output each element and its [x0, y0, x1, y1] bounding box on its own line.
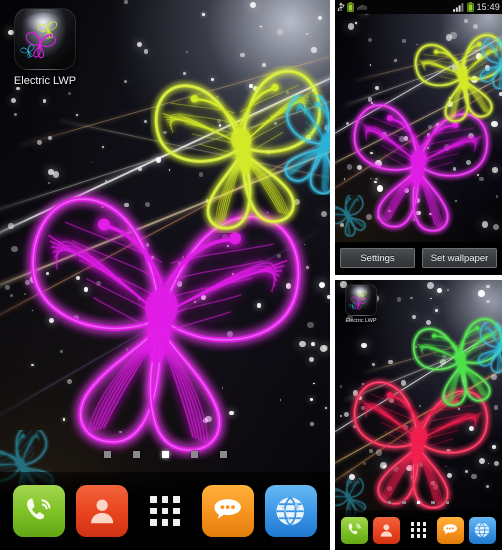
status-bar[interactable]: 15:49 — [335, 0, 502, 14]
page-dot-4[interactable] — [190, 451, 198, 458]
wallpaper-background — [335, 0, 502, 275]
settings-button[interactable]: Settings — [340, 248, 415, 268]
dock-item-apps[interactable] — [139, 485, 191, 537]
wallpaper-preview-actions[interactable]: Settings Set wallpaper — [335, 242, 502, 275]
app-shortcut-electric-lwp[interactable]: Electric LWP — [6, 8, 84, 87]
dock-item-contacts[interactable] — [76, 485, 129, 537]
messages-icon — [214, 499, 242, 520]
wallpaper-preview-panel[interactable]: 15:49 Settings Set wallpaper — [335, 0, 502, 275]
status-bar-right-icons: 15:49 — [453, 2, 500, 12]
page-dot-1[interactable] — [387, 500, 392, 504]
dock-item-messages[interactable] — [201, 485, 254, 537]
dock-item-messages[interactable] — [436, 516, 464, 544]
dock-item-browser[interactable] — [264, 485, 317, 537]
phone-icon — [27, 498, 51, 520]
app-grid-icon — [150, 496, 180, 526]
app-shortcut-label: Electric LWP — [345, 318, 377, 324]
contacts-icon — [380, 523, 393, 537]
status-bar-clock: 15:49 — [476, 2, 500, 12]
page-dot-2[interactable] — [402, 500, 406, 504]
battery-charging-icon — [347, 2, 354, 12]
usb-icon — [337, 2, 345, 12]
app-shortcut-label: Electric LWP — [13, 75, 77, 87]
live-wallpaper-preview — [335, 0, 502, 275]
set-wallpaper-button[interactable]: Set wallpaper — [422, 248, 497, 268]
phone-icon — [348, 523, 361, 535]
dock-item-phone[interactable] — [341, 516, 369, 544]
page-indicator[interactable] — [335, 500, 502, 504]
dock[interactable] — [0, 472, 330, 550]
page-dot-1[interactable] — [103, 451, 111, 458]
contacts-icon — [91, 499, 114, 524]
browser-icon — [276, 496, 305, 526]
battery-icon — [467, 2, 475, 12]
page-dot-4[interactable] — [431, 500, 435, 504]
dock-item-browser[interactable] — [468, 516, 496, 544]
dock[interactable] — [335, 510, 502, 550]
electric-lwp-app-icon[interactable] — [14, 8, 76, 70]
dock-item-contacts[interactable] — [373, 516, 401, 544]
signal-icon — [453, 3, 464, 12]
dock-item-phone[interactable] — [13, 485, 66, 537]
home-screen-panel-red[interactable]: Electric LWP — [335, 280, 502, 550]
app-grid-icon — [410, 522, 427, 538]
page-indicator[interactable] — [0, 451, 330, 458]
status-bar-left-icons — [337, 2, 368, 12]
page-dot-5[interactable] — [219, 451, 227, 458]
messages-icon — [443, 524, 458, 535]
page-dot-2[interactable] — [132, 451, 140, 458]
sd-card-icon — [356, 4, 367, 10]
home-screen-panel-main[interactable]: Electric LWP — [0, 0, 330, 550]
browser-icon — [474, 522, 490, 538]
page-dot-5[interactable] — [445, 500, 450, 504]
page-dot-3[interactable] — [416, 500, 421, 504]
app-icon-artwork — [19, 12, 68, 59]
app-icon-artwork — [348, 286, 373, 310]
dock-item-apps[interactable] — [405, 517, 432, 544]
electric-lwp-app-icon[interactable] — [345, 284, 377, 316]
page-dot-3[interactable] — [161, 451, 169, 458]
app-shortcut-electric-lwp[interactable]: Electric LWP — [338, 284, 384, 324]
screenshot-root: Electric LWP 15:49 Settings Set wallpape… — [0, 0, 502, 550]
